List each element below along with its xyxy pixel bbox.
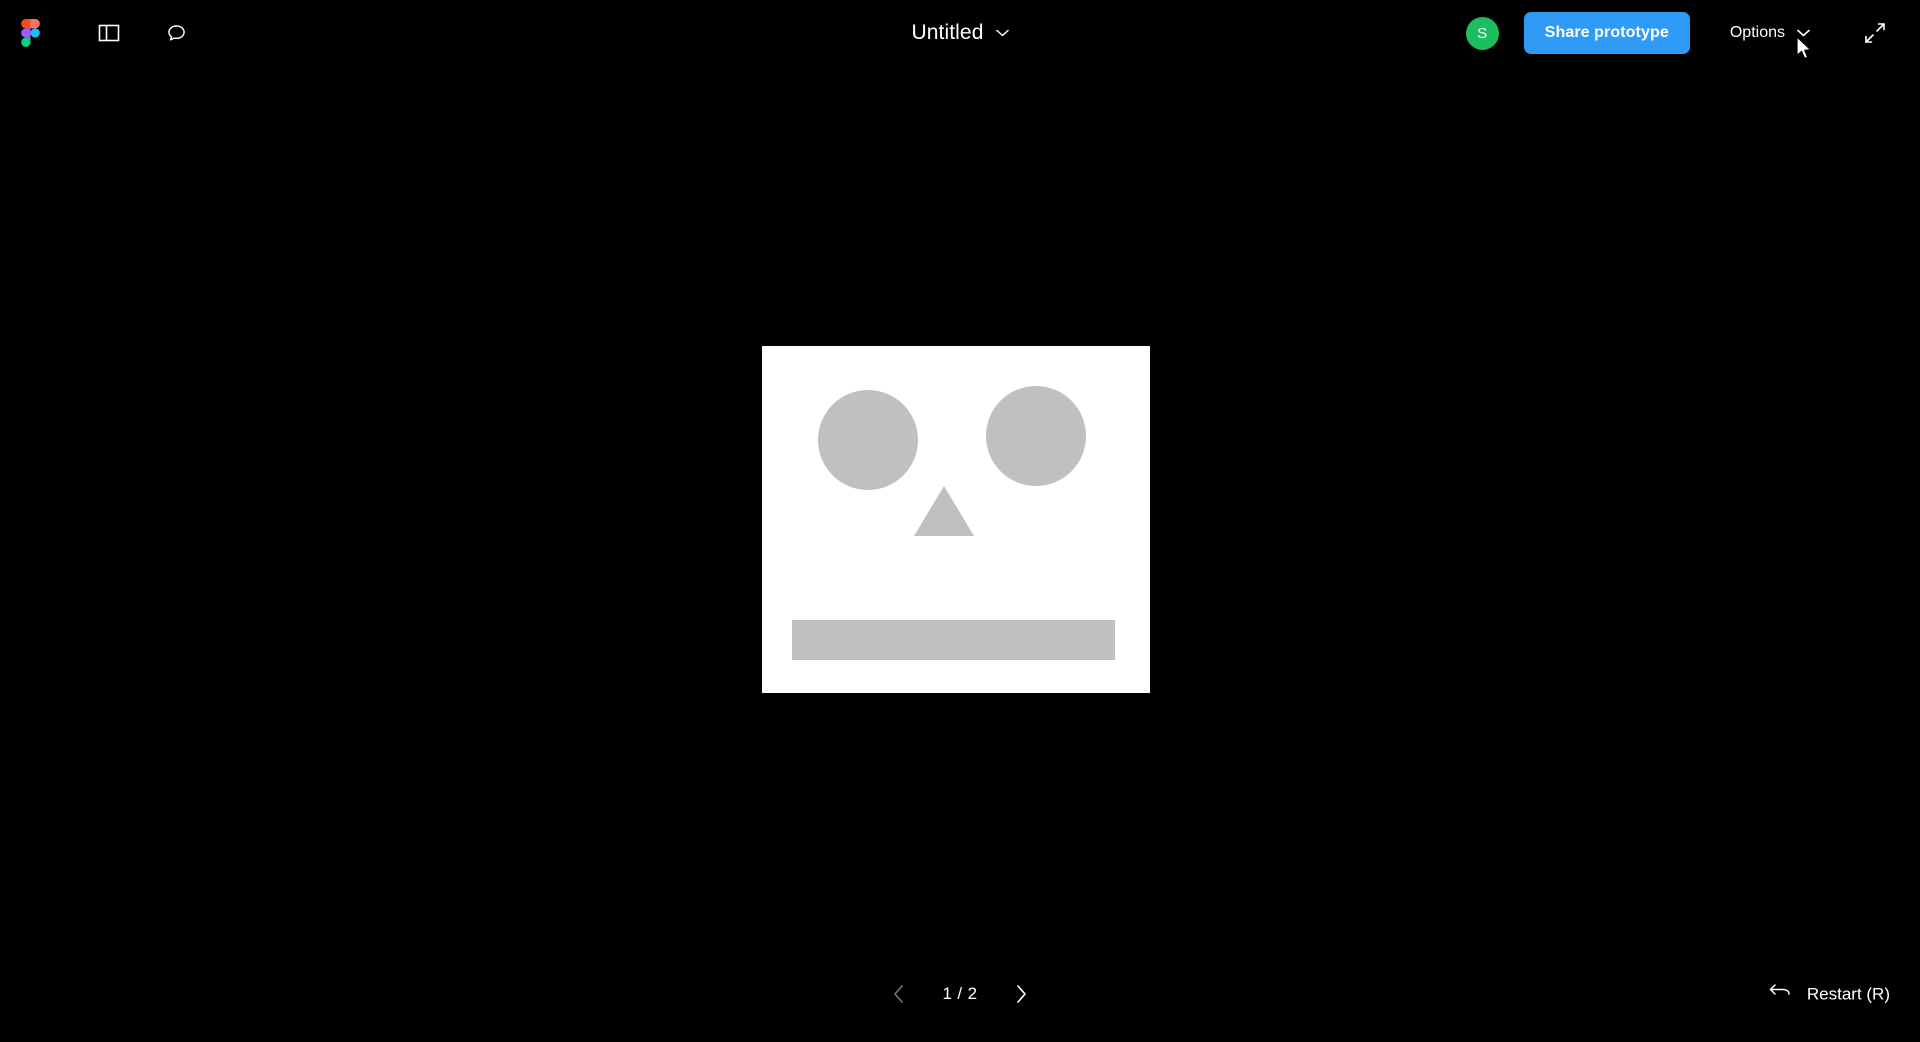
bottom-toolbar: 1 / 2 Restart (R) xyxy=(0,946,1920,1042)
sidebar-panel-icon[interactable] xyxy=(86,10,132,56)
chevron-right-icon[interactable] xyxy=(1004,977,1038,1011)
top-toolbar: Untitled S Share prototype Options xyxy=(0,0,1920,66)
page-indicator: 1 / 2 xyxy=(942,984,978,1003)
avatar-initial: S xyxy=(1477,24,1488,42)
restart-label: Restart (R) xyxy=(1806,984,1890,1003)
mouth-rectangle xyxy=(792,620,1115,660)
figma-logo-icon[interactable] xyxy=(7,10,53,56)
avatar[interactable]: S xyxy=(1465,16,1499,50)
restart-arrow-icon xyxy=(1769,984,1791,1005)
fullscreen-expand-icon[interactable] xyxy=(1852,10,1898,56)
page-navigation: 1 / 2 xyxy=(882,977,1038,1011)
chevron-down-icon[interactable] xyxy=(995,24,1009,42)
document-title-button[interactable]: Untitled xyxy=(903,17,1016,49)
prototype-canvas[interactable] xyxy=(0,66,1920,979)
toolbar-right-group: S Share prototype Options xyxy=(1465,0,1920,66)
toolbar-left-group xyxy=(0,0,199,66)
eye-right-circle xyxy=(986,386,1086,486)
chevron-left-icon[interactable] xyxy=(882,977,916,1011)
options-label: Options xyxy=(1729,24,1785,41)
artboard-frame[interactable] xyxy=(762,346,1150,693)
comment-bubble-icon[interactable] xyxy=(153,10,199,56)
nose-triangle xyxy=(914,486,974,536)
chevron-down-icon xyxy=(1797,24,1810,42)
share-prototype-button[interactable]: Share prototype xyxy=(1523,12,1690,54)
restart-button[interactable]: Restart (R) xyxy=(1765,978,1894,1011)
options-menu-button[interactable]: Options xyxy=(1726,18,1814,48)
page-title: Untitled xyxy=(911,21,984,44)
eye-left-circle xyxy=(818,390,918,490)
